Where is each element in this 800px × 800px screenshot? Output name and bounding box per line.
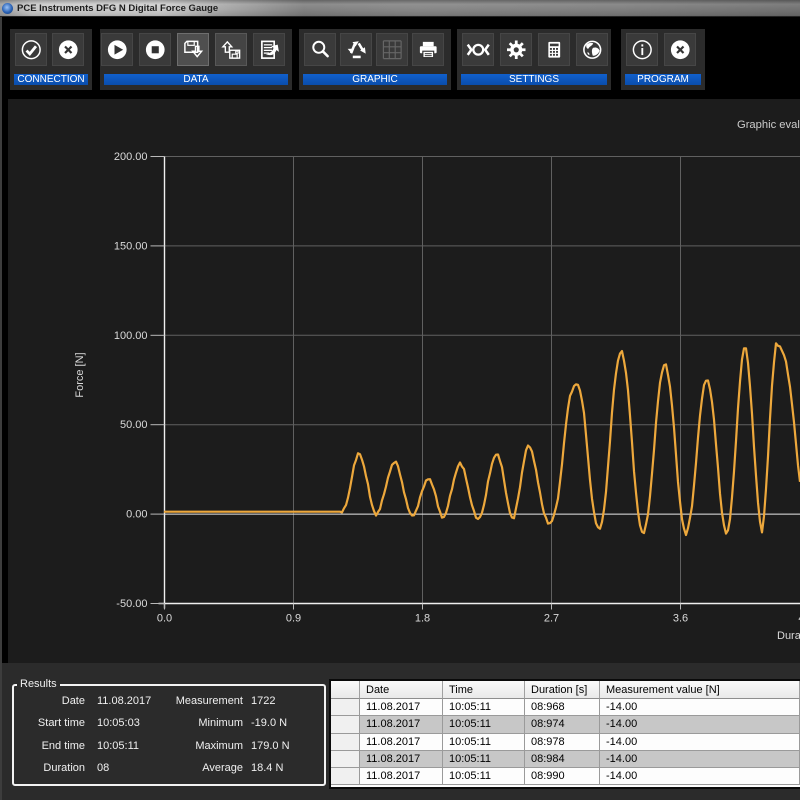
svg-text:3.6: 3.6 — [673, 613, 688, 625]
svg-text:0.0: 0.0 — [157, 613, 172, 625]
svg-text:100.00: 100.00 — [114, 330, 148, 342]
svg-text:0.00: 0.00 — [126, 509, 147, 521]
svg-text:200.00: 200.00 — [114, 151, 148, 163]
svg-text:Duration [s]: Duration [s] — [777, 630, 800, 642]
svg-text:Graphic evaluation: Graphic evaluation — [737, 119, 800, 131]
svg-text:2.7: 2.7 — [544, 613, 559, 625]
svg-text:50.00: 50.00 — [120, 419, 148, 431]
svg-text:Force [N]: Force [N] — [74, 352, 86, 397]
svg-text:150.00: 150.00 — [114, 240, 148, 252]
svg-text:0.9: 0.9 — [286, 613, 301, 625]
svg-text:1.8: 1.8 — [415, 613, 430, 625]
svg-text:-50.00: -50.00 — [116, 598, 147, 610]
